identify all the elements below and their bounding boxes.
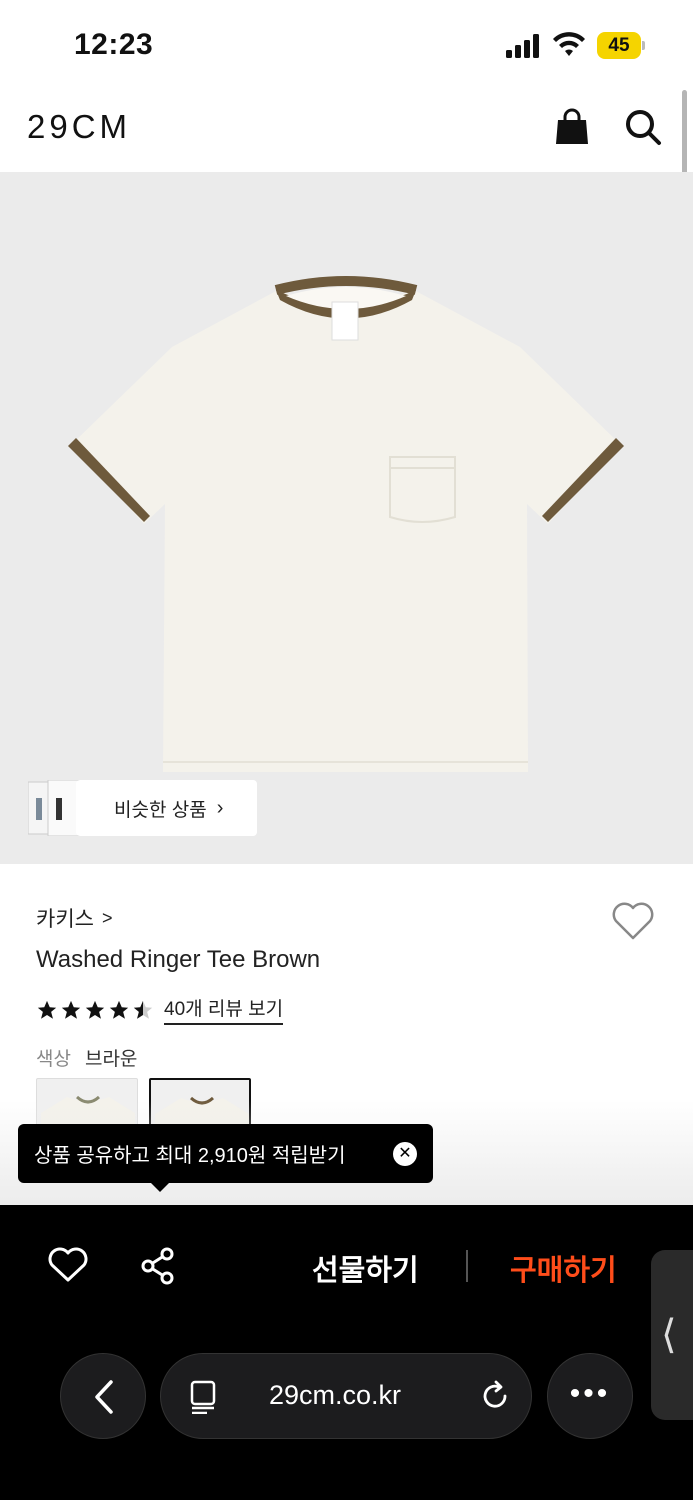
color-label: 색상 — [36, 1049, 71, 1070]
browser-back-button[interactable] — [60, 1353, 146, 1439]
gift-button[interactable]: 선물하기 — [312, 1247, 419, 1289]
color-row: 색상 브라운 — [36, 1044, 137, 1071]
reviews-link[interactable]: 40개 리뷰 보기 — [164, 994, 284, 1025]
close-icon[interactable]: ✕ — [393, 1142, 417, 1166]
address-bar[interactable]: 29cm.co.kr — [160, 1353, 532, 1439]
battery-icon: 45 — [597, 32, 645, 59]
rating-row: 40개 리뷰 보기 — [36, 994, 284, 1025]
divider — [466, 1250, 468, 1282]
chevron-right-icon: › — [216, 796, 224, 819]
tooltip-arrow — [150, 1182, 170, 1192]
similar-products-pill[interactable]: 비슷한 상품 › — [76, 780, 257, 836]
wifi-icon — [553, 32, 585, 56]
heart-icon[interactable] — [611, 901, 655, 941]
bottom-action-bar: 선물하기 구매하기 ⟨ 29cm.co.kr ••• — [0, 1205, 693, 1500]
star-icon — [85, 1000, 105, 1019]
logo[interactable]: 29CM — [27, 108, 131, 146]
cellular-signal-icon — [506, 34, 539, 58]
half-star-icon — [133, 1000, 153, 1019]
side-panel-handle[interactable]: ⟨ — [651, 1250, 693, 1420]
share-reward-tooltip: 상품 공유하고 최대 2,910원 적립받기 ✕ — [18, 1124, 433, 1192]
product-title: Washed Ringer Tee Brown — [36, 946, 321, 973]
star-icon — [37, 1000, 57, 1019]
star-icon — [61, 1000, 81, 1019]
more-options-button[interactable]: ••• — [547, 1353, 633, 1439]
reader-mode-icon[interactable] — [189, 1380, 219, 1414]
similar-products-label: 비슷한 상품 — [114, 799, 207, 821]
chevron-right-icon: > — [101, 907, 113, 928]
star-rating — [36, 999, 154, 1021]
brand-link[interactable]: 카키스 > — [36, 903, 112, 933]
battery-level: 45 — [597, 32, 641, 59]
product-image[interactable] — [0, 172, 693, 864]
tooltip-text: 상품 공유하고 최대 2,910원 적립받기 — [34, 1145, 346, 1167]
star-icon — [109, 1000, 129, 1019]
buy-button[interactable]: 구매하기 — [510, 1247, 617, 1289]
app-header: 29CM — [0, 90, 693, 172]
status-bar: 12:23 45 — [0, 0, 693, 90]
chevron-left-icon — [95, 1380, 113, 1414]
tshirt-image — [68, 276, 624, 772]
search-icon[interactable] — [624, 108, 662, 146]
url-text: 29cm.co.kr — [269, 1380, 402, 1410]
share-icon[interactable] — [140, 1247, 176, 1285]
heart-icon[interactable] — [48, 1247, 88, 1283]
brand-name: 카키스 — [36, 908, 94, 931]
status-time: 12:23 — [74, 28, 154, 61]
color-value: 브라운 — [84, 1049, 138, 1070]
shopping-bag-icon[interactable] — [553, 108, 591, 146]
reload-icon[interactable] — [479, 1380, 511, 1412]
